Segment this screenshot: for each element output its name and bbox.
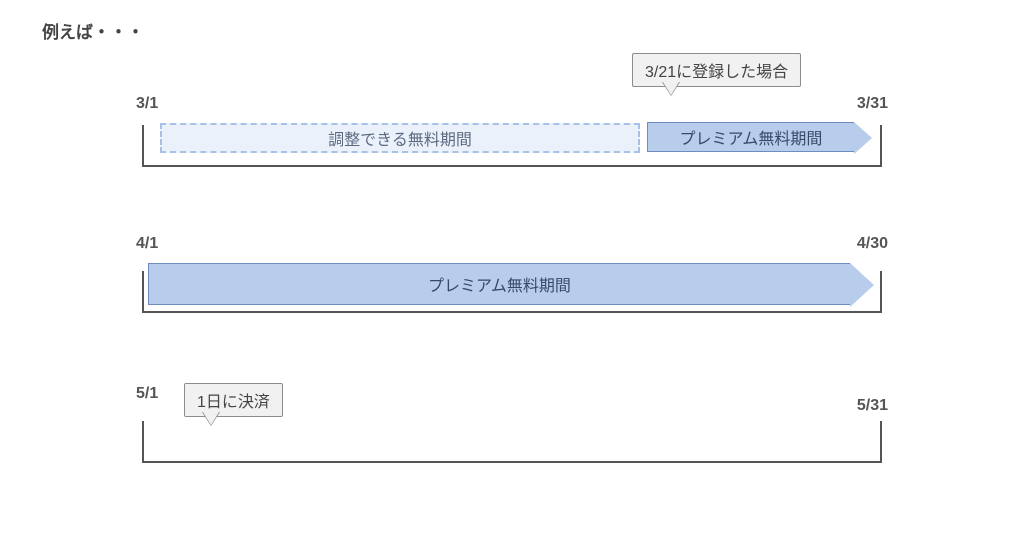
- registration-callout-tail-icon: [662, 82, 680, 96]
- tick-start: [142, 421, 144, 461]
- tick-start: [142, 125, 144, 165]
- timeline-row-april: 4/1 4/30 プレミアム無料期間: [142, 223, 882, 363]
- diagram-title: 例えば・・・: [42, 18, 984, 43]
- axis-line: [142, 311, 882, 313]
- timeline-row-may: 5/1 5/31 1日に決済: [142, 373, 882, 503]
- tick-end: [880, 271, 882, 311]
- axis-line: [142, 461, 882, 463]
- tick-end: [880, 421, 882, 461]
- date-label-end: 4/30: [857, 235, 888, 253]
- registration-callout: 3/21に登録した場合: [632, 53, 801, 87]
- payment-callout: 1日に決済: [184, 383, 283, 417]
- date-label-start: 3/1: [136, 95, 158, 113]
- timeline-row-march: 3/21に登録した場合 3/1 3/31 調整できる無料期間 プレミアム無料期間: [142, 53, 882, 213]
- premium-free-label: プレミアム無料期間: [428, 272, 571, 296]
- payment-callout-tail-icon: [202, 412, 220, 426]
- tick-start: [142, 271, 144, 311]
- axis-line: [142, 165, 882, 167]
- arrow-head-icon: [854, 122, 872, 154]
- registration-callout-text: 3/21に登録した場合: [645, 64, 788, 81]
- payment-callout-text: 1日に決済: [197, 394, 270, 411]
- adjustable-free-period-box: 調整できる無料期間: [160, 123, 640, 153]
- diagram-page: 例えば・・・ 3/21に登録した場合 3/1 3/31 調整できる無料期間 プレ…: [0, 0, 1024, 503]
- premium-free-arrow-april: プレミアム無料期間: [148, 263, 874, 307]
- adjustable-free-period-label: 調整できる無料期間: [328, 126, 472, 150]
- premium-free-label: プレミアム無料期間: [680, 125, 823, 149]
- arrow-head-icon: [850, 263, 874, 307]
- tick-end: [880, 125, 882, 165]
- date-label-end: 5/31: [857, 397, 888, 415]
- date-label-start: 4/1: [136, 235, 158, 253]
- date-label-end: 3/31: [857, 95, 888, 113]
- premium-free-arrow-body: プレミアム無料期間: [647, 122, 854, 152]
- date-label-start: 5/1: [136, 385, 158, 403]
- premium-free-arrow-body: プレミアム無料期間: [148, 263, 850, 305]
- premium-free-arrow-march: プレミアム無料期間: [647, 122, 872, 154]
